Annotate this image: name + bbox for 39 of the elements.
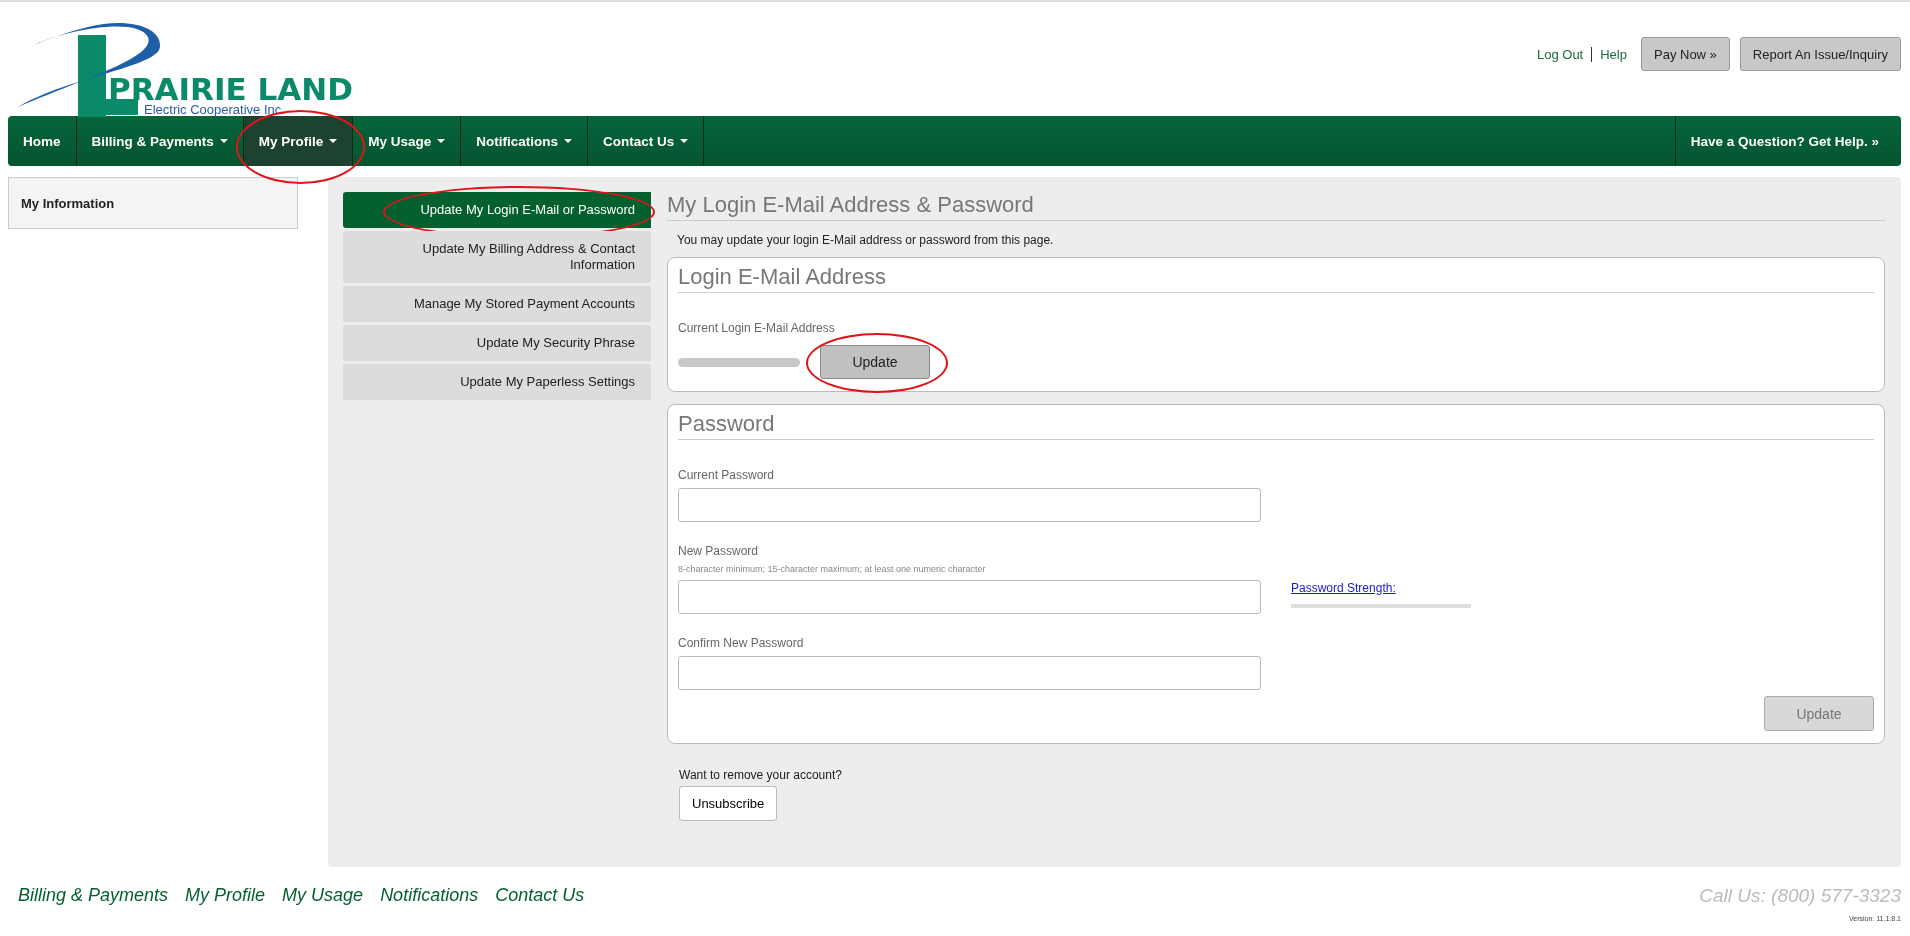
- side-menu-item[interactable]: Manage My Stored Payment Accounts: [343, 286, 651, 322]
- sidebar-title: My Information: [21, 196, 115, 211]
- field-label: Current Password: [678, 468, 776, 482]
- update-button[interactable]: Update: [820, 345, 930, 379]
- phone-number: Call Us: (800) 577-3323: [1699, 885, 1901, 907]
- footer-link[interactable]: Notifications: [380, 885, 479, 906]
- field-label: Current Login E-Mail Address: [678, 321, 836, 335]
- field-hint: 8-character minimum; 15-character maximum; at least one numeric character: [678, 564, 987, 574]
- password-field[interactable]: [678, 488, 1261, 522]
- side-menu-item[interactable]: Update My Billing Address & Contact Information: [343, 231, 651, 283]
- header-link[interactable]: Log Out: [1536, 46, 1584, 62]
- unsubscribe-prompt: Want to remove your account?: [679, 768, 842, 782]
- field-label: New Password: [678, 544, 760, 558]
- side-menu-item[interactable]: Update My Login E-Mail or Password: [343, 192, 651, 228]
- nav-item[interactable]: Notifications: [461, 116, 589, 166]
- header-link[interactable]: Help: [1600, 46, 1627, 62]
- footer-link[interactable]: Billing & Payments: [18, 885, 169, 906]
- password-strength-link[interactable]: Password Strength:: [1291, 580, 1471, 595]
- footer-link[interactable]: My Usage: [282, 885, 364, 906]
- header-button[interactable]: Pay Now »: [1641, 37, 1730, 71]
- footer-link[interactable]: My Profile: [185, 885, 266, 906]
- password-field[interactable]: [678, 656, 1261, 690]
- nav-item[interactable]: Home: [8, 116, 77, 166]
- side-menu-item[interactable]: Update My Security Phrase: [343, 325, 651, 361]
- nav-item[interactable]: My Profile: [243, 116, 354, 166]
- footer-link[interactable]: Contact Us: [495, 885, 585, 906]
- help-link[interactable]: Have a Question? Get Help. »: [1674, 116, 1901, 166]
- nav-item[interactable]: Billing & Payments: [76, 116, 244, 166]
- nav-item[interactable]: Contact Us: [588, 116, 705, 166]
- side-menu-item[interactable]: Update My Paperless Settings: [343, 364, 651, 400]
- unsubscribe-button[interactable]: Unsubscribe: [679, 786, 778, 821]
- password-field[interactable]: [678, 580, 1261, 614]
- header-button[interactable]: Report An Issue/Inquiry: [1739, 37, 1901, 71]
- nav-item[interactable]: My Usage: [353, 116, 462, 166]
- page-title: My Login E-Mail Address & Password: [667, 192, 1885, 221]
- card-title: Password: [678, 411, 1874, 440]
- card-title: Login E-Mail Address: [678, 264, 1874, 293]
- field-label: Confirm New Password: [678, 636, 805, 650]
- description: You may update your login E-Mail address or password from this page.: [677, 233, 1055, 247]
